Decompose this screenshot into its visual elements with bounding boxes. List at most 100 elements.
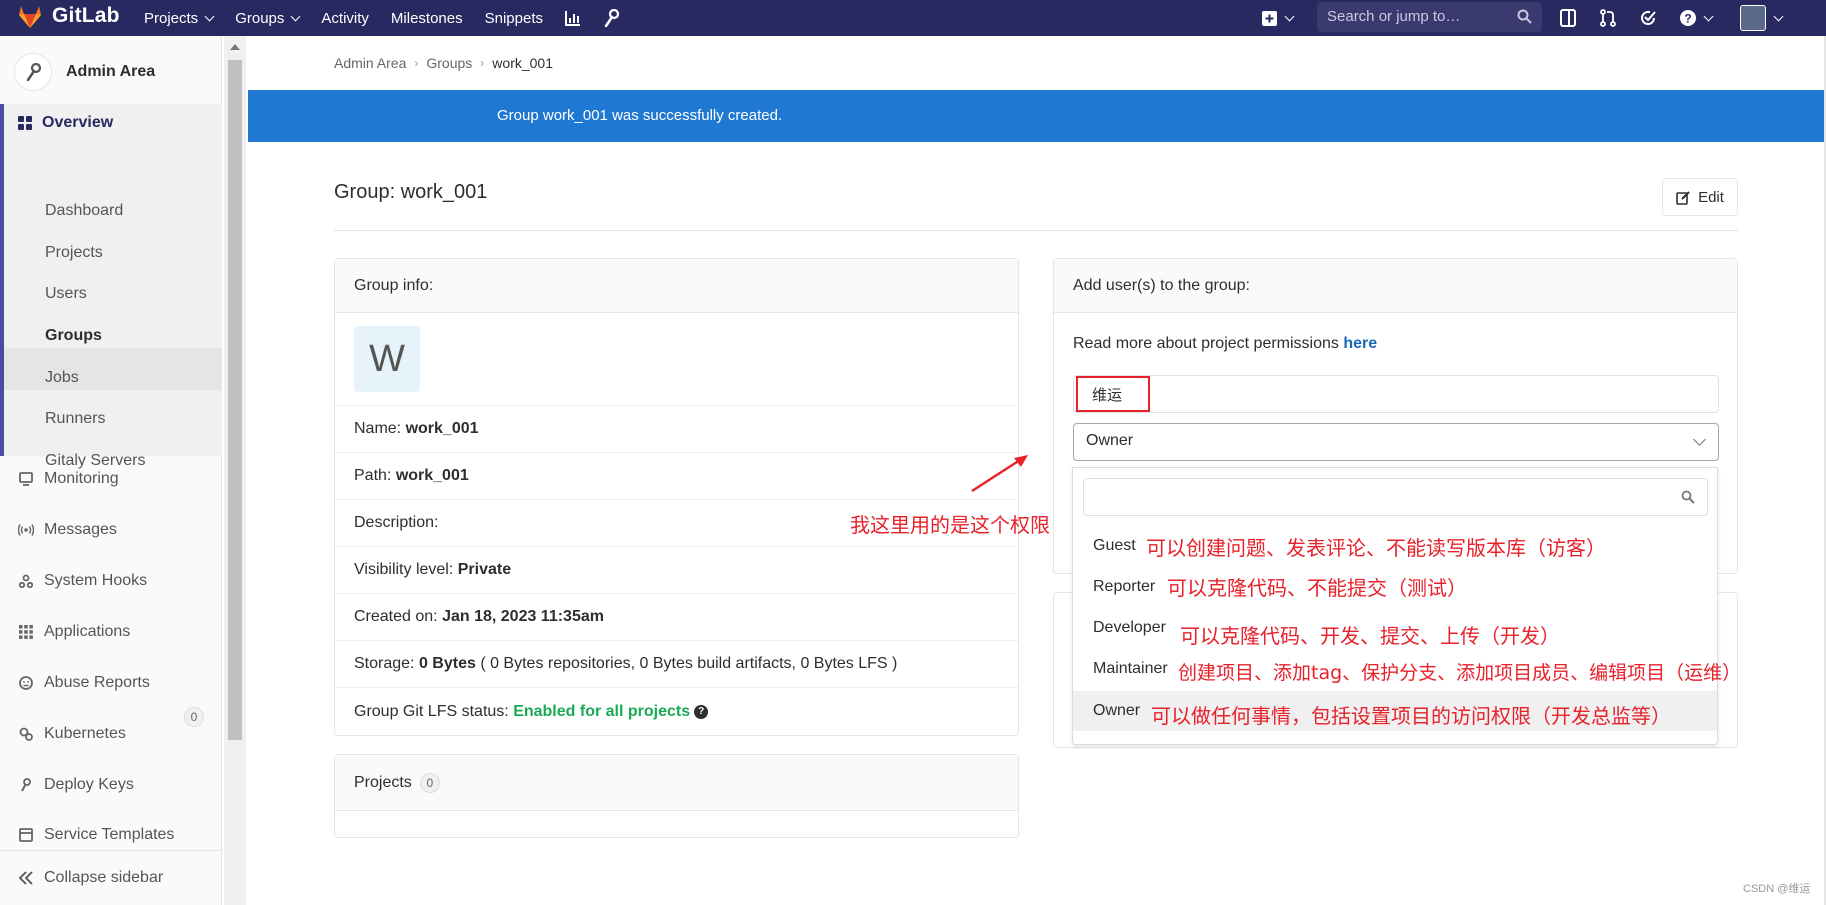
group-name-row: Name: work_001: [335, 405, 1018, 452]
sidebar-active-highlight: [4, 348, 222, 390]
sidebar-item-runners[interactable]: Runners: [45, 410, 105, 428]
sidebar-item-messages[interactable]: Messages: [18, 521, 117, 539]
group-lfs-row: Group Git LFS status: Enabled for all pr…: [335, 687, 1018, 735]
sidebar-item-label: Kubernetes: [44, 725, 126, 742]
overview-grid-icon: [18, 116, 32, 130]
help-dropdown[interactable]: ?: [1680, 10, 1714, 26]
sidebar-icon[interactable]: [1560, 9, 1576, 27]
projects-card: Projects 0: [334, 754, 1019, 838]
annotation-note: 我这里用的是这个权限: [850, 513, 1050, 537]
edit-button[interactable]: Edit: [1662, 178, 1738, 216]
permissions-text: Read more about project permissions: [1073, 335, 1339, 352]
sidebar-item-service-templates[interactable]: Service Templates: [18, 826, 174, 844]
permissions-link[interactable]: here: [1343, 335, 1377, 352]
chart-icon[interactable]: [564, 10, 581, 26]
user-menu[interactable]: [1740, 5, 1784, 31]
divider: [334, 230, 1738, 231]
user-search-input[interactable]: 维运: [1073, 375, 1719, 413]
sidebar-item-users[interactable]: Users: [45, 285, 87, 303]
sidebar-item-deploy-keys[interactable]: Deploy Keys: [18, 776, 134, 794]
sidebar-item-jobs[interactable]: Jobs: [45, 369, 79, 387]
sidebar-item-system-hooks[interactable]: System Hooks: [18, 572, 147, 590]
sidebar-item-kubernetes[interactable]: Kubernetes: [18, 725, 126, 743]
watermark: CSDN @维运: [1743, 883, 1811, 895]
chevron-down-icon: [204, 11, 215, 21]
abuse-icon: [18, 676, 34, 690]
sidebar-item-gitaly-servers[interactable]: Gitaly Servers: [45, 452, 145, 470]
sidebar-item-overview[interactable]: Overview: [18, 114, 113, 132]
svg-text:?: ?: [1684, 12, 1691, 26]
sidebar-item-abuse-reports[interactable]: Abuse Reports: [18, 674, 150, 692]
group-avatar: W: [354, 326, 420, 392]
chevron-right-icon: ›: [414, 56, 419, 70]
nav-activity[interactable]: Activity: [321, 10, 369, 27]
nav-projects[interactable]: Projects: [144, 9, 215, 27]
annotation-reporter: 可以克隆代码、不能提交（测试）: [1167, 576, 1467, 600]
sidebar-item-label: Monitoring: [44, 470, 119, 487]
scroll-up-arrow-icon[interactable]: [230, 44, 240, 50]
breadcrumb-groups[interactable]: Groups: [426, 55, 472, 71]
gitlab-logo[interactable]: GitLab: [16, 2, 120, 30]
chevron-down-icon: [1703, 11, 1714, 21]
sidebar-item-groups[interactable]: Groups: [45, 327, 102, 345]
new-dropdown-button[interactable]: [1262, 10, 1295, 26]
collapse-sidebar-label: Collapse sidebar: [44, 869, 164, 886]
sidebar-header[interactable]: Admin Area: [0, 50, 222, 94]
collapse-sidebar-button[interactable]: Collapse sidebar: [0, 850, 222, 905]
projects-count-badge: 0: [419, 773, 440, 793]
breadcrumb-admin-area[interactable]: Admin Area: [334, 55, 406, 71]
flash-message: Group work_001 was successfully created.: [497, 107, 783, 124]
nav-milestones-label: Milestones: [390, 9, 463, 27]
annotation-guest: 可以创建问题、发表评论、不能读写版本库（访客）: [1146, 536, 1606, 560]
description-label: Description:: [354, 514, 439, 531]
selected-role: Owner: [1086, 432, 1134, 449]
abuse-reports-count-badge: 0: [184, 707, 204, 727]
edit-button-label: Edit: [1698, 188, 1724, 206]
selected-user-token[interactable]: 维运: [1076, 376, 1150, 412]
annotation-arrow-icon: [971, 455, 1028, 493]
search-input[interactable]: Search or jump to…: [1317, 2, 1542, 32]
nav-groups[interactable]: Groups: [235, 10, 301, 27]
chevron-right-icon: ›: [480, 56, 485, 70]
visibility-value: Private: [457, 561, 512, 578]
wrench-icon[interactable]: [603, 9, 619, 27]
todo-check-icon[interactable]: [1640, 10, 1656, 26]
avatar: [1740, 5, 1766, 31]
nav-projects-label: Projects: [144, 9, 199, 27]
breadcrumb: Admin Area › Groups › work_001: [334, 55, 553, 71]
sidebar-item-monitoring[interactable]: Monitoring: [18, 470, 119, 488]
user-icons: ?: [1560, 0, 1784, 36]
sidebar-scrollbar[interactable]: [224, 36, 246, 905]
storage-value: 0 Bytes: [418, 655, 476, 672]
admin-sidebar: Admin Area Overview Dashboard Projects U…: [0, 36, 222, 905]
sidebar-scrollbar-thumb[interactable]: [228, 60, 242, 740]
permissions-help: Read more about project permissions here: [1073, 335, 1377, 353]
nav-milestones[interactable]: Milestones: [391, 10, 463, 27]
broadcast-icon: [18, 523, 34, 537]
group-storage-row: Storage: 0 Bytes ( 0 Bytes repositories,…: [335, 640, 1018, 687]
nav-snippets[interactable]: Snippets: [485, 10, 543, 27]
merge-request-icon[interactable]: [1600, 9, 1616, 27]
projects-label: Projects: [354, 774, 412, 791]
chevron-down-icon: [1773, 11, 1784, 21]
sidebar-item-projects[interactable]: Projects: [45, 244, 103, 262]
access-level-select[interactable]: Owner: [1073, 423, 1719, 461]
right-nav: [1262, 0, 1295, 36]
double-chevron-left-icon: [18, 871, 33, 885]
key-icon: [18, 778, 34, 792]
name-label: Name:: [354, 420, 402, 437]
role-search-input[interactable]: [1083, 478, 1708, 516]
template-icon: [18, 828, 34, 842]
created-label: Created on:: [354, 608, 438, 625]
sidebar-item-applications[interactable]: Applications: [18, 623, 130, 641]
group-info-card: Group info: W Name: work_001 Path: work_…: [334, 258, 1019, 736]
annotation-developer: 可以克隆代码、开发、提交、上传（开发）: [1180, 624, 1560, 648]
monitor-icon: [18, 472, 34, 486]
add-users-header: Add user(s) to the group:: [1054, 259, 1737, 313]
sidebar-item-dashboard[interactable]: Dashboard: [45, 202, 123, 220]
group-path-row: Path: work_001: [335, 452, 1018, 499]
group-visibility-row: Visibility level: Private: [335, 546, 1018, 593]
breadcrumb-current[interactable]: work_001: [492, 55, 553, 71]
group-created-row: Created on: Jan 18, 2023 11:35am: [335, 593, 1018, 640]
question-circle-icon[interactable]: ?: [694, 704, 709, 719]
